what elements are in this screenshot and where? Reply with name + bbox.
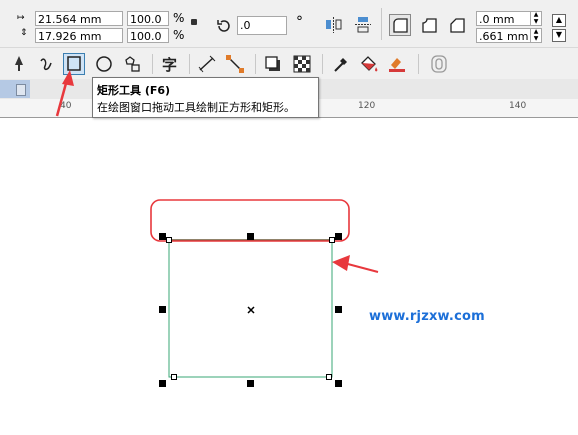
toolbox: 字 bbox=[0, 47, 578, 80]
ellipse-tool-icon[interactable] bbox=[93, 53, 115, 75]
toolbox-separator-5 bbox=[418, 54, 419, 74]
toolbox-separator-2 bbox=[189, 54, 190, 74]
corner-lock-icon[interactable]: ▲ bbox=[552, 14, 566, 27]
corner-radius-bottom-spinner[interactable]: ▲ ▼ bbox=[530, 28, 541, 43]
scale-x-field[interactable]: 100.0 bbox=[127, 11, 169, 26]
drawing-canvas[interactable] bbox=[0, 118, 578, 435]
rectangle-tool-tooltip: 矩形工具 (F6) 在绘图窗口拖动工具绘制正方形和矩形。 bbox=[92, 77, 319, 118]
ruler-label-140: 140 bbox=[509, 101, 527, 111]
rotate-icon bbox=[215, 17, 233, 38]
object-width-icon: ↦ bbox=[17, 13, 25, 23]
object-height-field[interactable]: 17.926 mm bbox=[35, 28, 123, 43]
rotation-field[interactable]: .0 bbox=[237, 16, 287, 35]
svg-text:字: 字 bbox=[162, 56, 177, 74]
selection-handle-middle-right[interactable] bbox=[335, 306, 342, 313]
toolbox-separator-3 bbox=[255, 54, 256, 74]
ruler-label-40: 40 bbox=[60, 101, 72, 111]
object-width-field[interactable]: 21.564 mm bbox=[35, 11, 123, 26]
page-icon bbox=[16, 84, 26, 96]
degree-symbol: ° bbox=[296, 14, 303, 30]
scalloped-corner-icon[interactable] bbox=[418, 14, 440, 36]
scale-y-field[interactable]: 100.0 bbox=[127, 28, 169, 43]
tooltip-description: 在绘图窗口拖动工具绘制正方形和矩形。 bbox=[97, 101, 295, 114]
ruler-label-120: 120 bbox=[358, 101, 376, 111]
toolbox-separator-1 bbox=[152, 54, 153, 74]
object-height-icon: ⇕ bbox=[20, 28, 28, 38]
polygon-tool-icon[interactable] bbox=[121, 53, 143, 75]
eyedropper-tool-icon[interactable] bbox=[330, 53, 352, 75]
tooltip-title: 矩形工具 (F6) bbox=[97, 84, 171, 97]
chamfered-corner-icon[interactable] bbox=[446, 14, 468, 36]
dimension-tool-icon[interactable] bbox=[196, 53, 218, 75]
text-tool-icon[interactable]: 字 bbox=[159, 53, 181, 75]
interactive-fill-icon[interactable] bbox=[358, 53, 380, 75]
selection-handle-middle-left[interactable] bbox=[159, 306, 166, 313]
round-corner-icon[interactable] bbox=[389, 14, 411, 36]
mirror-horizontal-icon[interactable] bbox=[323, 14, 345, 36]
rectangle-tool-icon[interactable] bbox=[63, 53, 85, 75]
corner-radius-top-spinner[interactable]: ▲ ▼ bbox=[530, 11, 541, 26]
freehand-tool-icon[interactable] bbox=[36, 53, 58, 75]
shape-tool-icon[interactable] bbox=[8, 53, 30, 75]
transparency-tool-icon[interactable] bbox=[291, 53, 313, 75]
connector-tool-icon[interactable] bbox=[224, 53, 246, 75]
lock-ratio-icon[interactable] bbox=[191, 19, 197, 25]
contour-icon[interactable] bbox=[428, 53, 450, 75]
mirror-vertical-icon[interactable] bbox=[352, 14, 374, 36]
selection-handle-top-right[interactable] bbox=[335, 233, 342, 240]
smart-fill-icon[interactable] bbox=[386, 53, 408, 75]
selection-handle-bottom-center[interactable] bbox=[247, 380, 254, 387]
selection-handle-top-left[interactable] bbox=[159, 233, 166, 240]
scale-y-percent: % bbox=[173, 28, 185, 42]
scale-x-percent: % bbox=[173, 11, 185, 25]
selection-handle-bottom-left[interactable] bbox=[159, 380, 166, 387]
selection-handle-bottom-right[interactable] bbox=[335, 380, 342, 387]
property-bar: ↦ ⇕ 21.564 mm 17.926 mm 100.0 100.0 % % … bbox=[0, 0, 578, 47]
watermark: www.rjzxw.com bbox=[369, 309, 485, 324]
property-bar-separator bbox=[381, 8, 382, 40]
drop-shadow-tool-icon[interactable] bbox=[262, 53, 284, 75]
selection-handle-top-center[interactable] bbox=[247, 233, 254, 240]
toolbox-separator-4 bbox=[322, 54, 323, 74]
corner-lock-icon-2[interactable]: ▼ bbox=[552, 29, 566, 42]
document-tab[interactable] bbox=[0, 80, 30, 98]
